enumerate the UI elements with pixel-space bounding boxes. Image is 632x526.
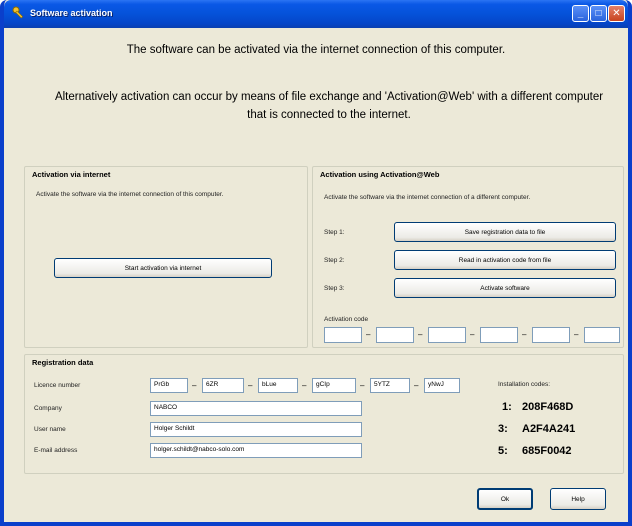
activation-code-label: Activation code	[324, 316, 369, 323]
internet-activation-description: Activate the software via the internet c…	[36, 191, 224, 198]
licence-separator: –	[414, 381, 419, 390]
web-activation-title: Activation using Activation@Web	[320, 170, 440, 179]
activation-code-field-5[interactable]	[532, 327, 570, 343]
licence-separator: –	[248, 381, 253, 390]
activation-code-field-2[interactable]	[376, 327, 414, 343]
email-field[interactable]: holger.schildt@nabco-solo.com	[150, 443, 362, 458]
code-separator: –	[470, 330, 475, 339]
key-icon	[12, 6, 24, 19]
save-registration-data-button[interactable]: Save registration data to file	[394, 222, 616, 242]
registration-data-title: Registration data	[32, 358, 94, 367]
start-activation-button[interactable]: Start activation via internet	[54, 258, 272, 278]
step-1-label: Step 1:	[324, 229, 345, 236]
help-button[interactable]: Help	[550, 488, 606, 510]
activation-code-field-4[interactable]	[480, 327, 518, 343]
read-activation-code-button[interactable]: Read in activation code from file	[394, 250, 616, 270]
licence-part-1[interactable]: PrGb	[150, 378, 188, 393]
installation-code-value: 208F468D	[522, 401, 574, 413]
activation-window: Software activation _ □ ✕ The software c…	[0, 0, 632, 526]
internet-activation-title: Activation via internet	[32, 170, 111, 179]
activation-code-field-1[interactable]	[324, 327, 362, 343]
licence-part-5[interactable]: 5YTZ	[370, 378, 410, 393]
step-2-label: Step 2:	[324, 257, 345, 264]
code-separator: –	[574, 330, 579, 339]
activation-code-field-3[interactable]	[428, 327, 466, 343]
installation-code-value: A2F4A241	[522, 423, 576, 435]
activate-software-button[interactable]: Activate software	[394, 278, 616, 298]
installation-code-index: 1:	[502, 401, 512, 413]
web-activation-description: Activate the software via the internet c…	[324, 194, 531, 201]
licence-part-6[interactable]: yNwJ	[424, 378, 460, 393]
code-separator: –	[522, 330, 527, 339]
email-label: E-mail address	[34, 447, 78, 454]
maximize-button[interactable]: □	[590, 5, 607, 22]
installation-code-index: 3:	[498, 423, 508, 435]
code-separator: –	[418, 330, 423, 339]
installation-codes-label: Installation codes:	[498, 381, 551, 388]
installation-code-value: 685F0042	[522, 445, 572, 457]
close-button[interactable]: ✕	[608, 5, 625, 22]
intro-text-2: Alternatively activation can occur by me…	[54, 91, 604, 121]
code-separator: –	[366, 330, 371, 339]
company-label: Company	[34, 405, 62, 412]
activation-code-field-6[interactable]	[584, 327, 620, 343]
minimize-button[interactable]: _	[572, 5, 589, 22]
title-bar[interactable]: Software activation _ □ ✕	[4, 0, 628, 28]
licence-separator: –	[302, 381, 307, 390]
window-title: Software activation	[30, 8, 113, 18]
user-name-label: User name	[34, 426, 66, 433]
licence-part-2[interactable]: 6ZR	[202, 378, 244, 393]
installation-code-index: 5:	[498, 445, 508, 457]
licence-separator: –	[192, 381, 197, 390]
intro-text-1: The software can be activated via the in…	[126, 44, 506, 56]
user-name-field[interactable]: Holger Schildt	[150, 422, 362, 437]
ok-button[interactable]: Ok	[477, 488, 533, 510]
licence-separator: –	[360, 381, 365, 390]
licence-part-3[interactable]: bLue	[258, 378, 298, 393]
licence-part-4[interactable]: gCIp	[312, 378, 356, 393]
company-field[interactable]: NABCO	[150, 401, 362, 416]
step-3-label: Step 3:	[324, 285, 345, 292]
licence-number-label: Licence number	[34, 382, 81, 389]
